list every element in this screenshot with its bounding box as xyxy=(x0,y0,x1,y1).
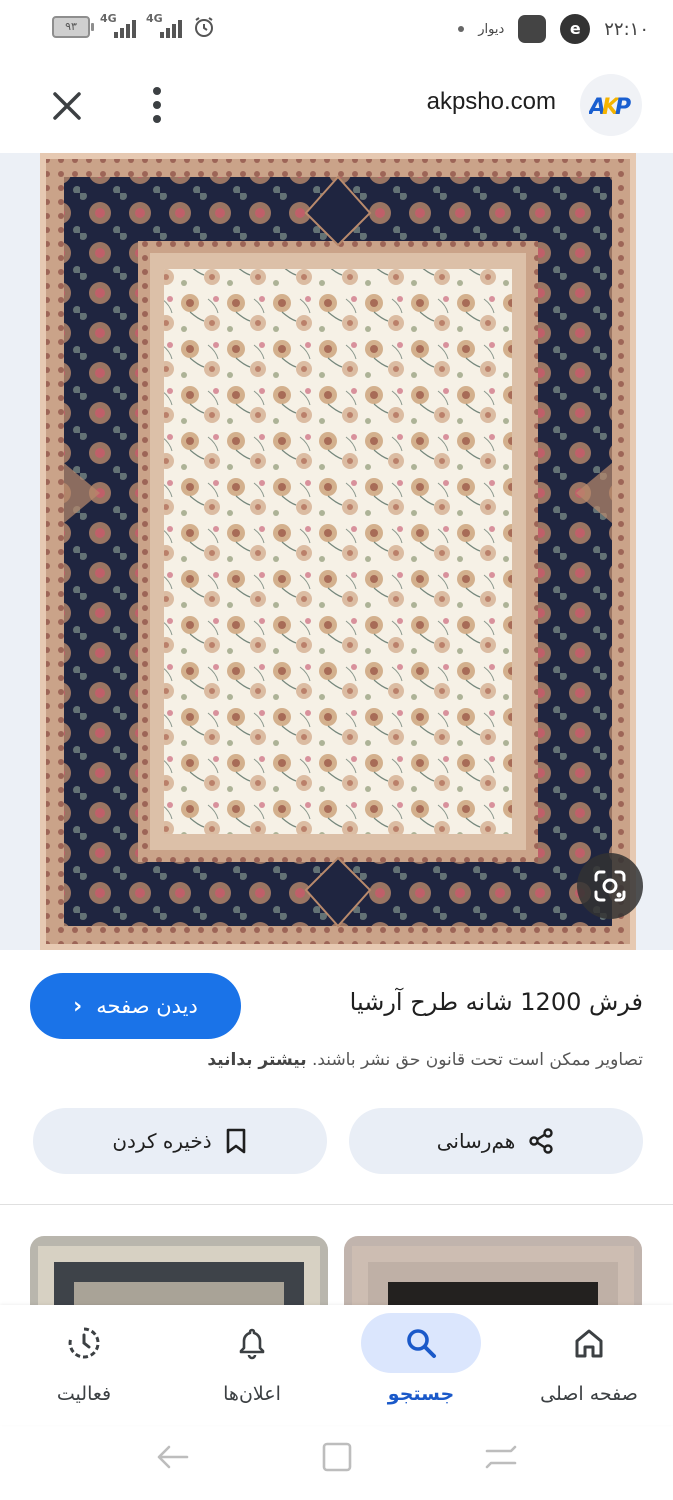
home-square-icon[interactable] xyxy=(317,1437,357,1477)
google-lens-button[interactable] xyxy=(577,853,643,919)
viewer-header: akpsho.com A K P xyxy=(0,60,673,150)
battery-level: ۹۳ xyxy=(65,20,77,33)
site-logo: A K P xyxy=(580,74,642,136)
related-rug-thumbnail xyxy=(30,1236,328,1306)
nav-home[interactable]: صفحه اصلی xyxy=(505,1305,673,1425)
chevron-left-icon: ‹ xyxy=(73,993,83,1019)
related-image[interactable] xyxy=(344,1236,642,1306)
save-label: ذخیره کردن xyxy=(112,1129,212,1153)
bell-icon xyxy=(239,1328,265,1360)
signal-icon: 4G xyxy=(100,12,136,40)
notification-dot xyxy=(458,26,465,32)
share-label: هم‌رسانی xyxy=(436,1129,516,1153)
share-icon xyxy=(529,1128,554,1154)
related-image[interactable] xyxy=(30,1236,328,1306)
copyright-text: تصاویر ممکن است تحت قانون حق نشر باشند. xyxy=(311,1050,643,1070)
visit-page-label: دیدن صفحه xyxy=(96,994,198,1018)
nav-search-label: جستجو xyxy=(387,1383,455,1405)
more-vert-icon[interactable] xyxy=(140,82,174,128)
battery-icon: ۹۳ xyxy=(52,16,94,38)
bottom-navigation: صفحه اصلی جستجو اعلان‌ها فعالیت xyxy=(0,1305,673,1425)
nav-search[interactable]: جستجو xyxy=(337,1305,505,1425)
system-navigation-bar xyxy=(0,1425,673,1500)
divider xyxy=(0,1204,673,1205)
back-arrow-icon[interactable] xyxy=(153,1437,193,1477)
status-bar: ۹۳ 4G 4G دیوار e ۲۲:۱۰ xyxy=(0,0,673,58)
nav-notifications[interactable]: اعلان‌ها xyxy=(168,1305,336,1425)
akp-logo-icon: A K P xyxy=(589,95,631,120)
clock: ۲۲:۱۰ xyxy=(604,18,649,40)
bookmark-icon xyxy=(226,1128,245,1154)
image-title: فرش 1200 شانه طرح آرشیا xyxy=(349,988,643,1016)
svg-text:P: P xyxy=(615,95,631,120)
close-icon[interactable] xyxy=(46,85,88,127)
image-preview[interactable] xyxy=(0,153,673,950)
notification-app-name: دیوار xyxy=(478,21,505,37)
source-domain[interactable]: akpsho.com xyxy=(427,88,556,116)
nav-activity[interactable]: فعالیت xyxy=(0,1305,168,1425)
app-icon: e xyxy=(560,14,591,44)
home-icon xyxy=(575,1329,603,1358)
search-icon xyxy=(407,1329,436,1358)
alarm-icon xyxy=(195,17,213,37)
app-icon xyxy=(518,15,547,43)
nav-home-label: صفحه اصلی xyxy=(540,1383,638,1405)
signal-icon: 4G xyxy=(146,12,182,40)
nav-notifications-label: اعلان‌ها xyxy=(223,1383,281,1405)
learn-more-link[interactable]: بیشتر بدانید xyxy=(207,1050,306,1070)
google-lens-icon xyxy=(594,870,626,902)
nav-activity-label: فعالیت xyxy=(56,1383,112,1405)
activity-icon xyxy=(68,1327,100,1359)
share-button[interactable]: هم‌رسانی xyxy=(349,1108,643,1174)
save-button[interactable]: ذخیره کردن xyxy=(33,1108,327,1174)
rug-image xyxy=(40,153,636,950)
recents-icon[interactable] xyxy=(481,1437,521,1477)
visit-page-button[interactable]: دیدن صفحه ‹ xyxy=(30,973,241,1039)
copyright-notice: تصاویر ممکن است تحت قانون حق نشر باشند. … xyxy=(207,1050,643,1070)
related-rug-thumbnail xyxy=(344,1236,642,1306)
